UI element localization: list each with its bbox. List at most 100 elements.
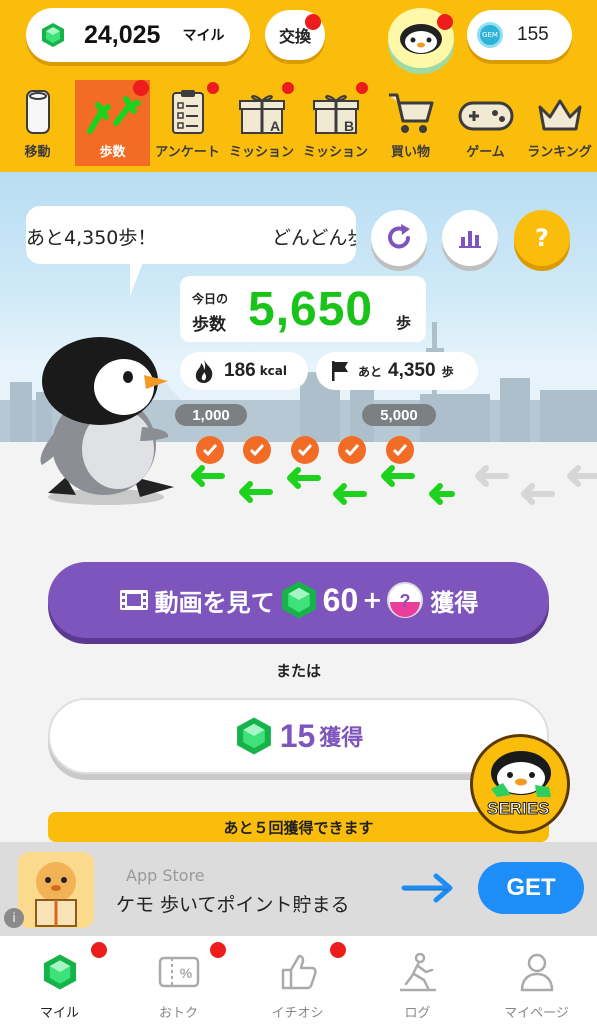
tab-mission-a-badge [282,82,294,94]
nav-label: おトク [158,1006,198,1021]
nav-log[interactable]: ログ [358,936,477,1024]
tab-label: アンケート [155,145,220,160]
tab-steps-badge [133,80,149,96]
exchange-badge [305,14,321,30]
or-text: または [275,662,321,680]
tab-label: ミッション [302,145,368,160]
video-cta-prefix: 動画を見て [154,588,275,617]
category-tabs: 移動 歩数 アンケート A ミッション B ミッション 買い物 ゲーム ランキン… [0,80,597,170]
svg-text:?: ? [400,591,411,611]
calories-pill: 186 kcal [180,352,308,390]
check-icon [344,444,360,457]
gem-icon [43,954,76,990]
step-check-1 [196,436,224,464]
video-cta-amount: 60 [322,581,359,618]
tab-label: 移動 [24,145,51,160]
step-check-4 [338,436,366,464]
claim-amount: 15 [279,717,316,754]
check-icon [202,444,218,457]
avatar-badge [437,14,453,30]
help-icon: ? [535,224,549,252]
footprint-trail [191,465,597,505]
kcal-unit: kcal [259,364,288,378]
arrow-right-icon [401,873,453,903]
stats-button[interactable] [442,210,498,266]
tab-label: ゲーム [466,145,505,160]
crown-icon [538,99,581,131]
coin-value: 155 [517,24,549,45]
video-cta-suffix: 獲得 [430,588,479,617]
mystery-capsule-icon: ? [387,582,424,618]
footprints-icon [86,96,141,134]
nav-label: マイページ [504,1006,569,1021]
refresh-icon [388,224,410,249]
cart-icon [388,93,433,133]
check-icon [392,444,408,457]
nav-label: ログ [404,1006,431,1021]
penguin-character [40,337,174,505]
check-icon [297,444,313,457]
person-icon [520,953,553,992]
miles-balance[interactable]: 24,025 マイル [26,8,250,62]
thumbs-up-icon [281,954,317,990]
remaining-value: 4,350 [388,360,436,381]
nav-miles-badge [91,942,107,958]
tab-label: 買い物 [390,145,430,160]
nav-deals-badge [210,942,226,958]
tab-game[interactable]: ゲーム [448,80,523,166]
tab-move[interactable]: 移動 [0,80,75,166]
ad-app-icon [18,852,94,928]
bottom-nav: マイル % おトク イチオシ ログ マイページ [0,936,597,1024]
watch-video-button[interactable]: 動画を見て 60 + ? 獲得 [48,562,549,638]
help-button[interactable]: ? [514,210,570,266]
speech-bubble: あと4,350歩！ どんどん歩 [26,206,356,264]
tab-label: ランキング [527,145,592,160]
gamepad-icon [458,101,513,131]
kcal-value: 186 [224,360,256,381]
ad-info-icon[interactable]: i [4,908,24,928]
claim-suffix: 獲得 [319,726,364,751]
coupon-icon: % [158,956,199,988]
remaining-steps-pill: あと 4,350 歩 [316,352,478,390]
milestone-5000: 5,000 [362,404,436,426]
video-cta-plus: + [362,586,383,614]
today-steps-card: 今日の 歩数 5,650 歩 [180,276,426,342]
svg-text:B: B [344,118,354,134]
ad-store-label: App Store [126,866,205,885]
nav-recommended-badge [330,942,346,958]
coin-icon: GEM [477,22,503,48]
tab-label: ミッション [228,145,294,160]
gem-icon [236,717,271,755]
nav-my-page[interactable]: マイページ [477,936,596,1024]
ad-banner[interactable]: App Store ケモ 歩いてポイント貯まる GET i [0,842,597,936]
today-label: 今日の [192,292,229,306]
ad-get-button[interactable]: GET [478,862,584,914]
gem-icon [281,581,316,619]
speech-line2: どんどん歩 [272,227,356,249]
clipboard-icon [171,90,204,134]
tab-label: 歩数 [99,145,126,160]
series-button[interactable]: SERIES [470,734,570,834]
miles-value: 24,025 [84,20,161,49]
tab-ranking[interactable]: ランキング [522,80,597,166]
gift-b-icon: B [312,95,359,134]
flame-icon [195,359,213,383]
miles-unit: マイル [182,28,225,44]
penguin-face-icon [491,751,551,797]
steps-label: 歩数 [192,315,226,335]
steps-scene: あと4,350歩！ どんどん歩 ? 今日の 歩数 5,650 歩 186 kca… [0,172,597,842]
top-header: 24,025 マイル 交換 GEM 155 移動 歩数 アンケート A ミッショ… [0,0,597,172]
tab-mission-b-badge [356,82,368,94]
remaining-claims-banner: あと５回獲得できます [48,812,549,842]
nav-label: マイル [39,1006,79,1021]
refresh-button[interactable] [371,210,427,266]
remaining-prefix: あと [358,364,383,379]
gem-icon [42,23,64,47]
step-check-3 [291,436,319,464]
gift-a-icon: A [238,95,285,134]
penguin-face-icon [400,24,442,54]
character-icon [18,852,94,928]
tab-shopping[interactable]: 買い物 [373,80,448,166]
coin-balance[interactable]: GEM 155 [467,10,572,60]
bar-chart-icon [459,231,481,248]
